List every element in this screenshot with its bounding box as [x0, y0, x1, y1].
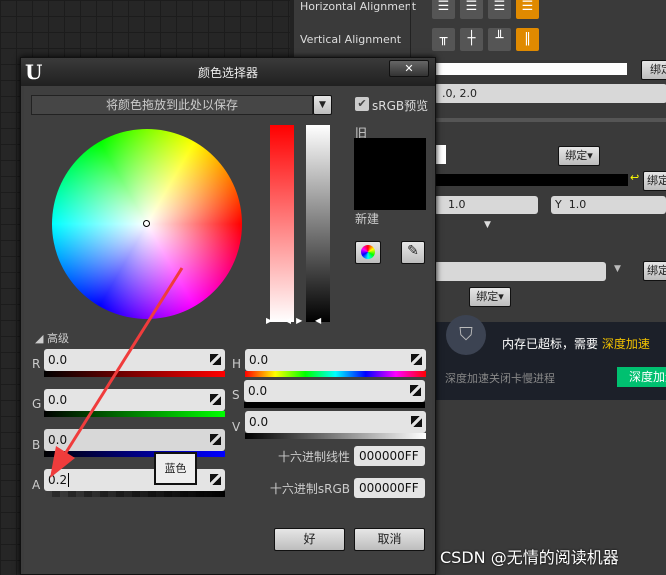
watermark: CSDN @无情的阅读机器 — [440, 548, 619, 567]
annotation-arrow — [50, 267, 184, 478]
